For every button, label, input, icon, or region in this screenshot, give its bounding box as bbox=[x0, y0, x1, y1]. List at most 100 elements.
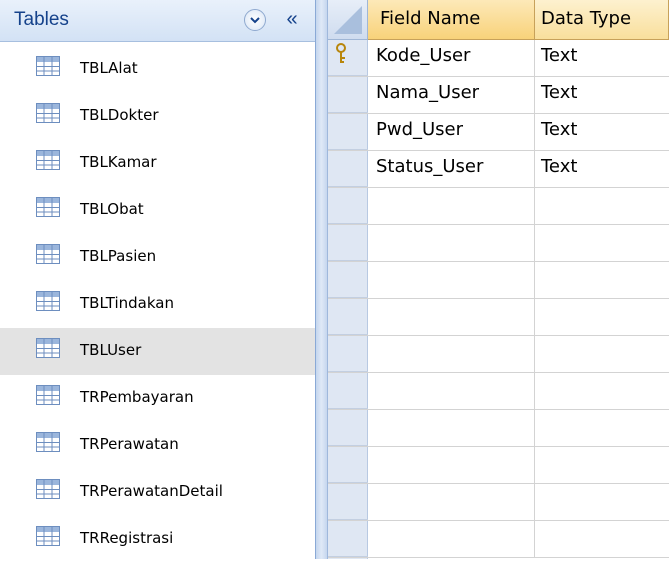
row-selector[interactable] bbox=[328, 225, 368, 261]
field-name-cell[interactable]: Pwd_User bbox=[368, 114, 535, 150]
table-row[interactable] bbox=[328, 188, 669, 225]
select-all-icon bbox=[334, 6, 362, 34]
nav-item-label: TRPerawatanDetail bbox=[80, 482, 223, 500]
nav-item-table[interactable]: TBLDokter bbox=[0, 93, 315, 140]
field-name-cell[interactable] bbox=[368, 484, 535, 520]
field-name-cell[interactable] bbox=[368, 373, 535, 409]
field-name-cell[interactable] bbox=[368, 225, 535, 261]
table-icon bbox=[36, 197, 60, 221]
field-name-cell[interactable] bbox=[368, 299, 535, 335]
data-type-cell[interactable] bbox=[535, 447, 669, 483]
table-row[interactable] bbox=[328, 447, 669, 484]
column-header-field-name[interactable]: Field Name bbox=[368, 0, 535, 40]
row-selector[interactable] bbox=[328, 151, 368, 187]
nav-item-table[interactable]: TRPerawatanDetail bbox=[0, 469, 315, 516]
nav-item-label: TBLTindakan bbox=[80, 294, 174, 312]
nav-item-table[interactable]: TBLUser bbox=[0, 328, 315, 375]
table-icon bbox=[36, 526, 60, 550]
select-all-corner[interactable] bbox=[328, 0, 368, 40]
nav-item-label: TBLObat bbox=[80, 200, 144, 218]
row-selector[interactable] bbox=[328, 336, 368, 372]
table-design-grid: Field Name Data Type Kode_User Text Nama_U… bbox=[328, 0, 669, 559]
data-type-cell[interactable] bbox=[535, 188, 669, 224]
table-row[interactable] bbox=[328, 336, 669, 373]
nav-dropdown-button[interactable] bbox=[244, 9, 266, 31]
nav-item-table[interactable]: TRPembayaran bbox=[0, 375, 315, 422]
field-name-cell[interactable]: Kode_User bbox=[368, 40, 535, 76]
nav-item-label: TRPembayaran bbox=[80, 388, 194, 406]
row-selector[interactable] bbox=[328, 373, 368, 409]
nav-item-label: TBLPasien bbox=[80, 247, 157, 265]
column-header-data-type[interactable]: Data Type bbox=[535, 0, 669, 40]
field-name-cell[interactable] bbox=[368, 336, 535, 372]
data-type-cell[interactable]: Text bbox=[535, 151, 669, 187]
nav-item-table[interactable]: TRRegistrasi bbox=[0, 516, 315, 563]
table-list: TBLAlat TBLDokter TBLKamar TBLObat TBLPasien… bbox=[0, 46, 315, 563]
data-type-cell[interactable]: Text bbox=[535, 114, 669, 150]
row-selector[interactable] bbox=[328, 410, 368, 446]
table-row[interactable] bbox=[328, 373, 669, 410]
table-icon bbox=[36, 244, 60, 268]
table-icon bbox=[36, 56, 60, 80]
nav-item-label: TRRegistrasi bbox=[80, 529, 174, 547]
field-name-cell[interactable]: Nama_User bbox=[368, 77, 535, 113]
table-icon bbox=[36, 291, 60, 315]
row-selector[interactable] bbox=[328, 40, 368, 76]
nav-item-table[interactable]: TBLObat bbox=[0, 187, 315, 234]
nav-item-label: TBLUser bbox=[80, 341, 142, 359]
table-icon bbox=[36, 385, 60, 409]
nav-item-table[interactable]: TBLKamar bbox=[0, 140, 315, 187]
row-selector[interactable] bbox=[328, 188, 368, 224]
data-type-cell[interactable] bbox=[535, 484, 669, 520]
row-selector[interactable] bbox=[328, 262, 368, 298]
collapse-pane-button[interactable]: « bbox=[280, 5, 304, 33]
field-name-cell[interactable] bbox=[368, 410, 535, 446]
nav-item-table[interactable]: TBLAlat bbox=[0, 46, 315, 93]
table-icon bbox=[36, 479, 60, 503]
row-selector[interactable] bbox=[328, 447, 368, 483]
nav-item-table[interactable]: TRPerawatan bbox=[0, 422, 315, 469]
navigation-pane-header[interactable]: Tables « bbox=[0, 0, 315, 42]
table-row[interactable] bbox=[328, 225, 669, 262]
key-icon bbox=[334, 43, 348, 69]
row-selector[interactable] bbox=[328, 77, 368, 113]
field-name-cell[interactable]: Status_User bbox=[368, 151, 535, 187]
data-type-cell[interactable] bbox=[535, 225, 669, 261]
data-type-cell[interactable] bbox=[535, 410, 669, 446]
table-icon bbox=[36, 150, 60, 174]
row-selector[interactable] bbox=[328, 299, 368, 335]
table-row[interactable]: Status_User Text bbox=[328, 151, 669, 188]
pane-splitter[interactable] bbox=[316, 0, 328, 559]
table-icon bbox=[36, 338, 60, 362]
nav-item-label: TBLAlat bbox=[80, 59, 138, 77]
nav-item-label: TBLKamar bbox=[80, 153, 157, 171]
field-name-cell[interactable] bbox=[368, 521, 535, 557]
data-type-cell[interactable] bbox=[535, 521, 669, 557]
data-type-cell[interactable] bbox=[535, 336, 669, 372]
table-row[interactable] bbox=[328, 262, 669, 299]
field-name-cell[interactable] bbox=[368, 188, 535, 224]
table-icon bbox=[36, 432, 60, 456]
table-icon bbox=[36, 103, 60, 127]
data-type-cell[interactable] bbox=[535, 373, 669, 409]
table-row[interactable]: Nama_User Text bbox=[328, 77, 669, 114]
nav-pane-title: Tables bbox=[14, 9, 69, 30]
row-selector[interactable] bbox=[328, 484, 368, 520]
nav-item-table[interactable]: TBLTindakan bbox=[0, 281, 315, 328]
nav-item-label: TRPerawatan bbox=[80, 435, 179, 453]
table-row[interactable] bbox=[328, 521, 669, 558]
data-type-cell[interactable] bbox=[535, 299, 669, 335]
table-row[interactable] bbox=[328, 299, 669, 336]
table-row[interactable]: Pwd_User Text bbox=[328, 114, 669, 151]
data-type-cell[interactable]: Text bbox=[535, 40, 669, 76]
nav-item-table[interactable]: TBLPasien bbox=[0, 234, 315, 281]
table-row[interactable] bbox=[328, 410, 669, 447]
row-selector[interactable] bbox=[328, 114, 368, 150]
data-type-cell[interactable] bbox=[535, 262, 669, 298]
table-row[interactable]: Kode_User Text bbox=[328, 40, 669, 77]
field-name-cell[interactable] bbox=[368, 262, 535, 298]
table-row[interactable] bbox=[328, 484, 669, 521]
data-type-cell[interactable]: Text bbox=[535, 77, 669, 113]
field-name-cell[interactable] bbox=[368, 447, 535, 483]
row-selector[interactable] bbox=[328, 521, 368, 557]
